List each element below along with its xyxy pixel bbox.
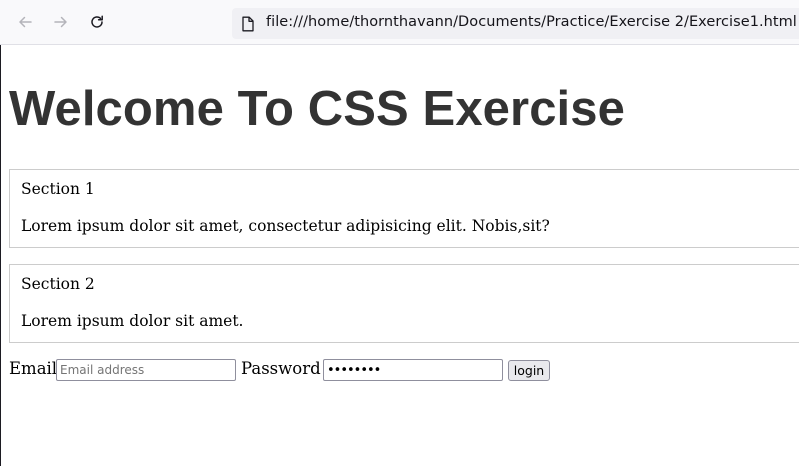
- section-2: Section 2 Lorem ipsum dolor sit amet.: [9, 264, 799, 343]
- section-body: Lorem ipsum dolor sit amet, consectetur …: [21, 217, 550, 235]
- section-1: Section 1 Lorem ipsum dolor sit amet, co…: [9, 169, 799, 248]
- arrow-left-icon: [19, 16, 32, 28]
- arrow-right-icon: [54, 16, 67, 28]
- back-button[interactable]: [13, 10, 37, 34]
- page-icon: [242, 16, 254, 32]
- section-heading: Section 1: [21, 180, 95, 198]
- section-heading: Section 2: [21, 275, 95, 293]
- login-button[interactable]: login: [508, 360, 550, 381]
- password-field[interactable]: [323, 359, 503, 381]
- section-body: Lorem ipsum dolor sit amet.: [21, 312, 244, 330]
- email-label: Email: [9, 359, 58, 378]
- password-label: Password: [241, 359, 321, 378]
- login-form: Email Password login: [9, 359, 789, 383]
- forward-button[interactable]: [49, 10, 73, 34]
- page-title: Welcome To CSS Exercise: [9, 82, 625, 136]
- email-field[interactable]: [56, 359, 236, 381]
- url-bar[interactable]: file:///home/thornthavann/Documents/Prac…: [232, 8, 799, 39]
- browser-toolbar: file:///home/thornthavann/Documents/Prac…: [0, 0, 799, 45]
- reload-icon: [91, 15, 103, 28]
- url-text[interactable]: file:///home/thornthavann/Documents/Prac…: [266, 14, 797, 30]
- reload-button[interactable]: [85, 10, 109, 34]
- page-content: Welcome To CSS Exercise Section 1 Lorem …: [0, 45, 799, 466]
